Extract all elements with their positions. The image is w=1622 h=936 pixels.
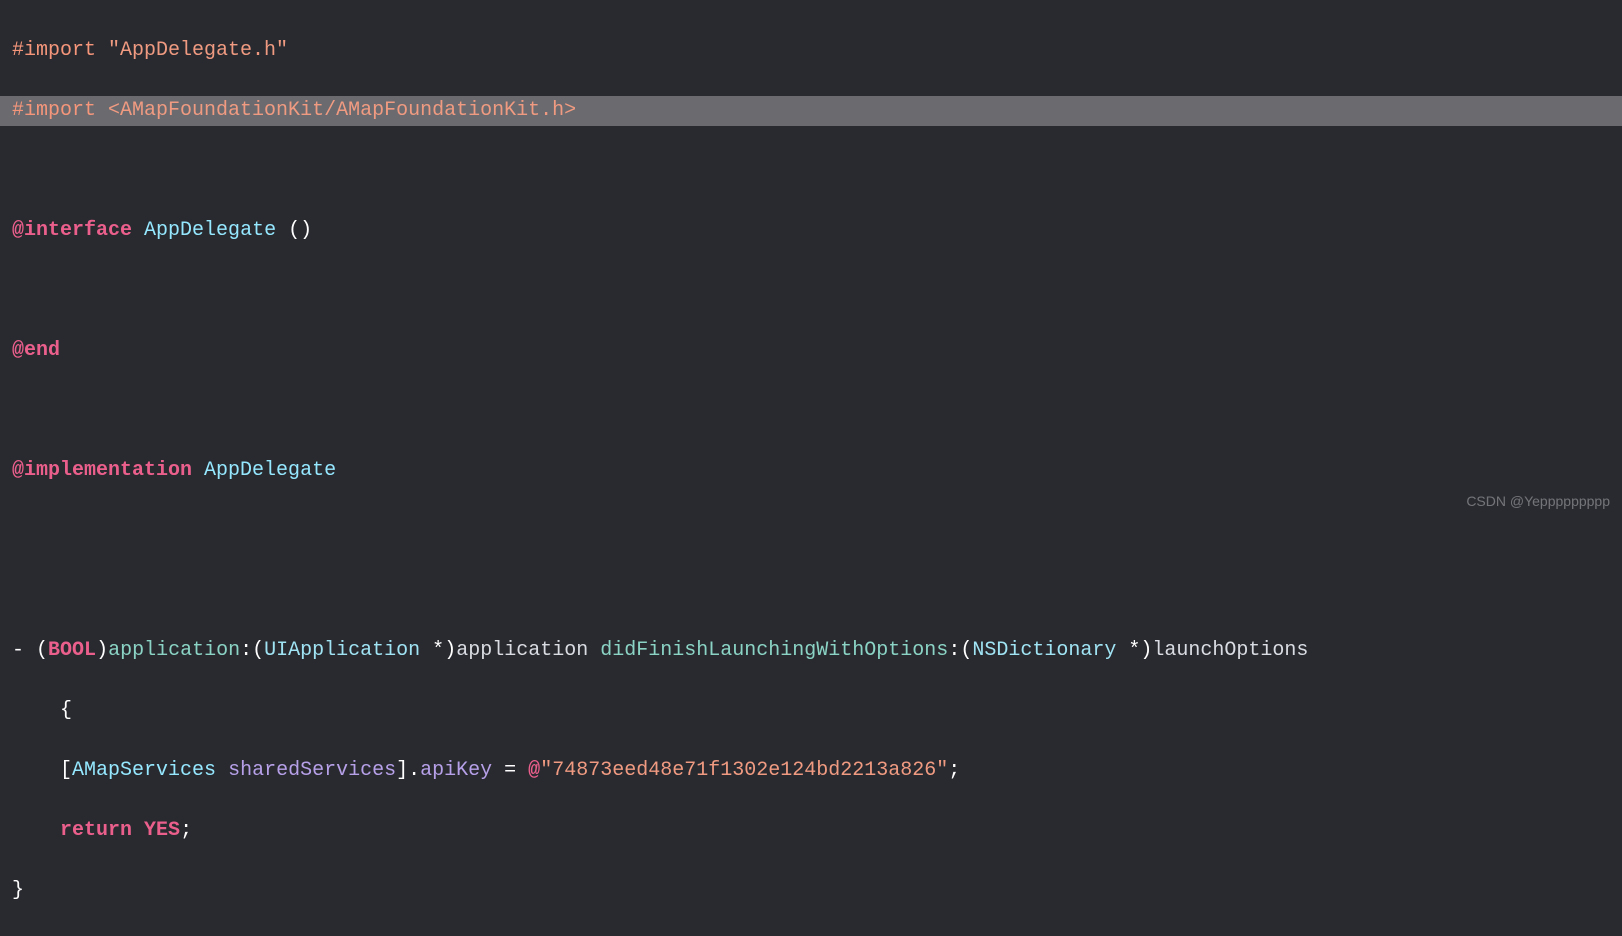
code-line[interactable]: return YES; xyxy=(0,816,1622,846)
bool-literal: YES xyxy=(144,819,180,842)
code-line[interactable]: - (BOOL)application:(UIApplication *)app… xyxy=(0,636,1622,666)
return-keyword: return xyxy=(60,819,132,842)
parentheses: () xyxy=(288,219,312,242)
method-selector: application xyxy=(108,639,240,662)
paren: ( xyxy=(252,639,264,662)
semicolon: ; xyxy=(948,759,960,782)
preprocessor-directive: #import xyxy=(12,39,96,62)
return-type: BOOL xyxy=(48,639,96,662)
code-line-empty[interactable] xyxy=(0,396,1622,426)
code-editor[interactable]: #import "AppDelegate.h" #import <AMapFou… xyxy=(0,6,1622,936)
paren: ) xyxy=(96,639,108,662)
bracket: ] xyxy=(396,759,408,782)
objc-keyword: @interface xyxy=(12,219,132,242)
method-selector: didFinishLaunchingWithOptions xyxy=(600,639,948,662)
brace-open: { xyxy=(60,699,72,722)
string-literal: "74873eed48e71f1302e124bd2213a826" xyxy=(540,759,948,782)
code-line-empty[interactable] xyxy=(0,576,1622,606)
class-name: AppDelegate xyxy=(204,459,336,482)
class-name: AppDelegate xyxy=(144,219,276,242)
code-line[interactable]: @interface AppDelegate () xyxy=(0,216,1622,246)
objc-keyword: @implementation xyxy=(12,459,192,482)
param-name: application xyxy=(456,639,588,662)
code-line[interactable]: @end xyxy=(0,336,1622,366)
paren: ) xyxy=(1140,639,1152,662)
code-line-empty[interactable] xyxy=(0,276,1622,306)
method-dash: - xyxy=(12,639,24,662)
paren: ( xyxy=(36,639,48,662)
brace-close: } xyxy=(12,879,24,902)
code-line-empty[interactable] xyxy=(0,156,1622,186)
class-name: AMapServices xyxy=(72,759,216,782)
semicolon: ; xyxy=(180,819,192,842)
import-path: "AppDelegate.h" xyxy=(108,39,288,62)
colon: : xyxy=(240,639,252,662)
code-line-empty[interactable] xyxy=(0,516,1622,546)
dot: . xyxy=(408,759,420,782)
pointer-star: * xyxy=(1116,639,1140,662)
equals: = xyxy=(492,759,528,782)
code-line[interactable]: #import "AppDelegate.h" xyxy=(0,36,1622,66)
paren: ( xyxy=(960,639,972,662)
param-type: NSDictionary xyxy=(972,639,1116,662)
string-prefix: @ xyxy=(528,759,540,782)
paren: ) xyxy=(444,639,456,662)
watermark: CSDN @Yeppppppppp xyxy=(1466,491,1610,512)
code-line-highlighted[interactable]: #import <AMapFoundationKit/AMapFoundatio… xyxy=(0,96,1622,126)
bracket: [ xyxy=(60,759,72,782)
param-name: launchOptions xyxy=(1152,639,1308,662)
property-name: apiKey xyxy=(420,759,492,782)
colon: : xyxy=(948,639,960,662)
code-line[interactable]: @implementation AppDelegate xyxy=(0,456,1622,486)
method-call: sharedServices xyxy=(228,759,396,782)
param-type: UIApplication xyxy=(264,639,420,662)
import-path: <AMapFoundationKit/AMapFoundationKit.h> xyxy=(108,99,576,122)
code-line[interactable]: [AMapServices sharedServices].apiKey = @… xyxy=(0,756,1622,786)
code-line[interactable]: } xyxy=(0,876,1622,906)
objc-keyword: @end xyxy=(12,339,60,362)
pointer-star: * xyxy=(420,639,444,662)
code-line[interactable]: { xyxy=(0,696,1622,726)
preprocessor-directive: #import xyxy=(12,99,96,122)
